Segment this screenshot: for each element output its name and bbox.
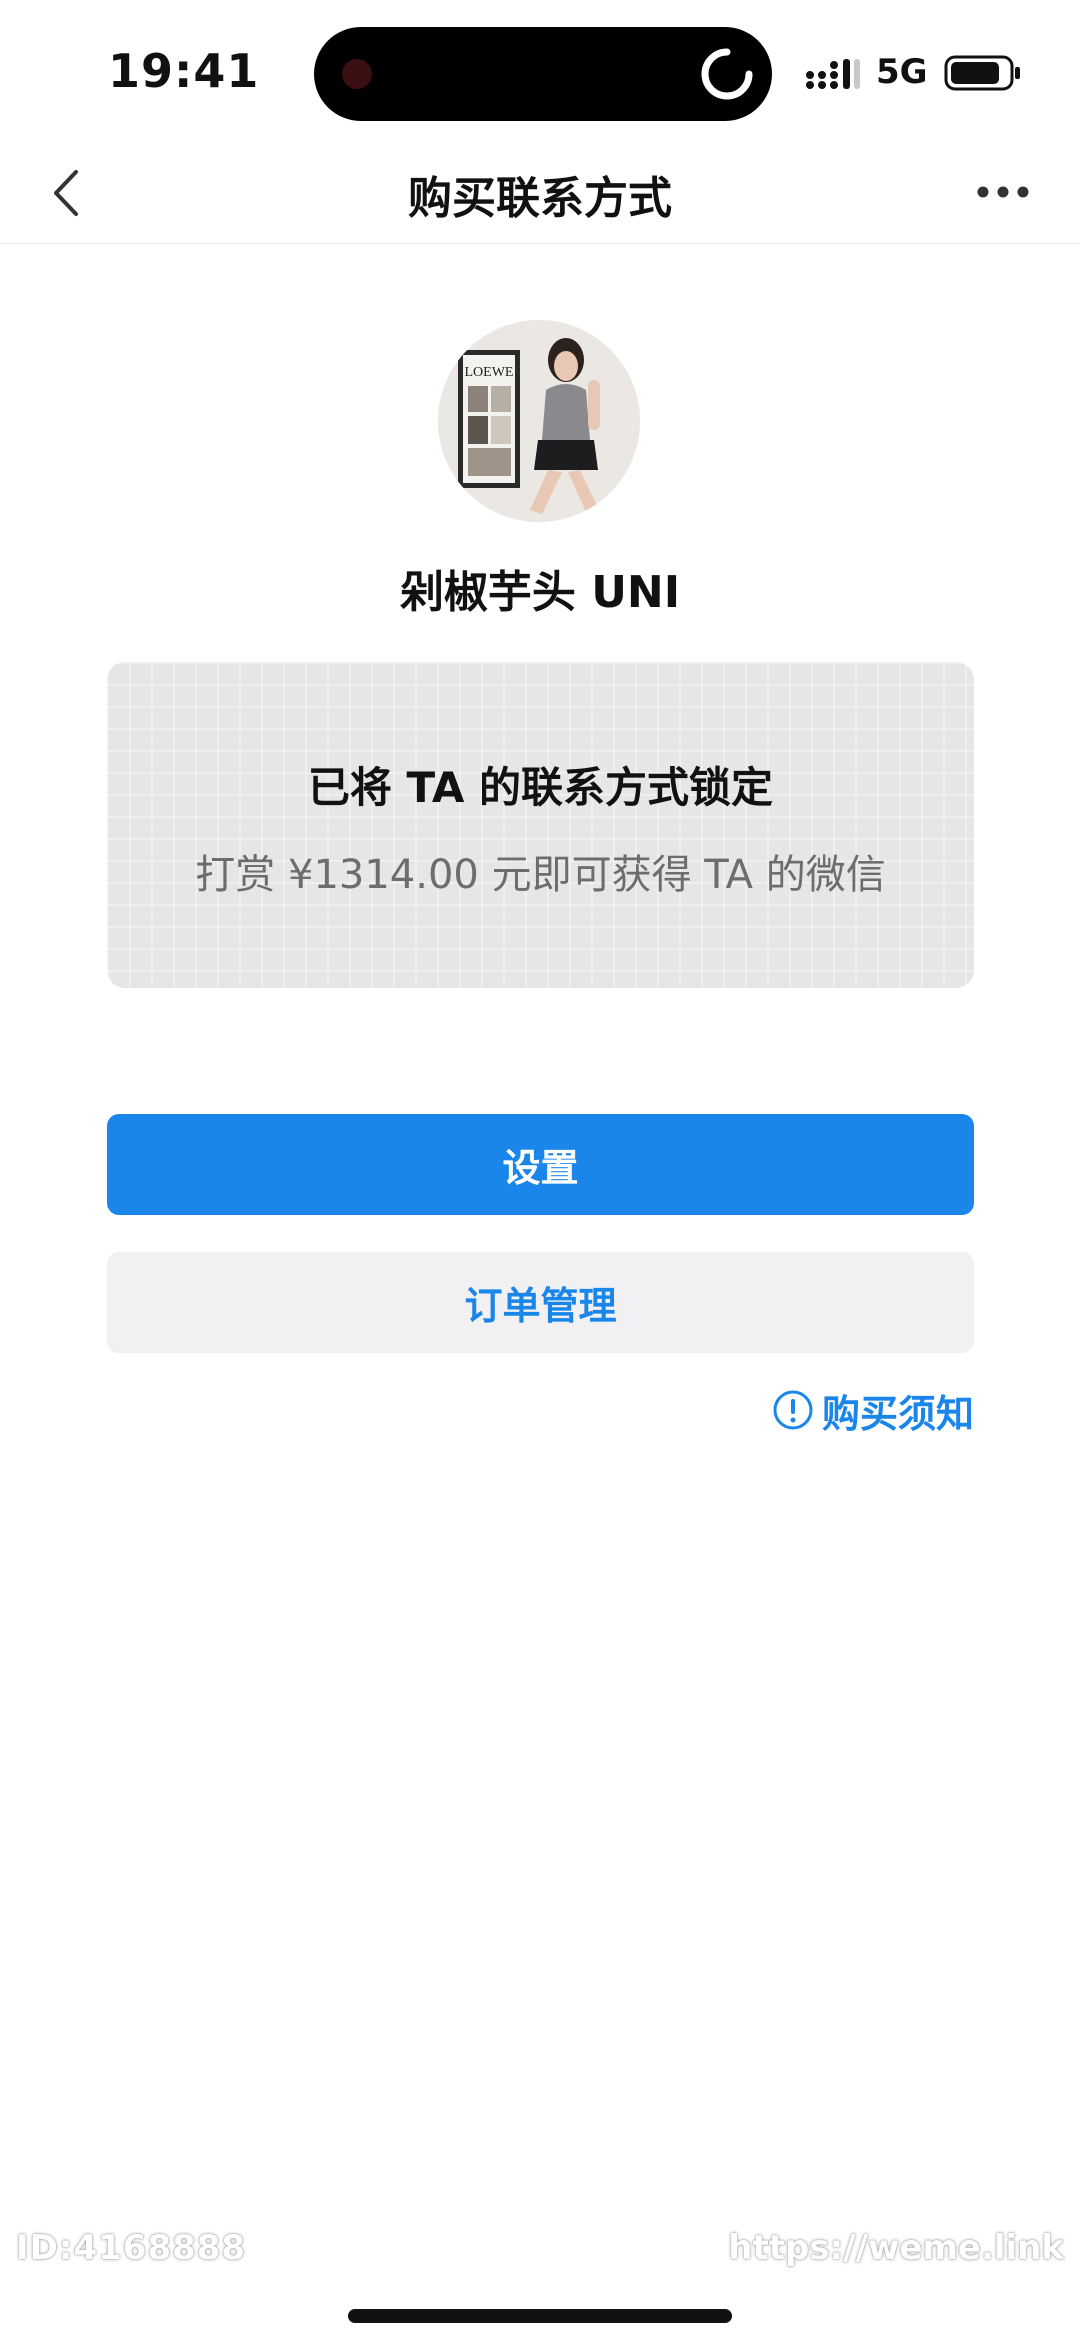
lock-title: 已将 TA 的联系方式锁定 (307, 763, 774, 812)
id-watermark: ID:4168888 (16, 2228, 247, 2268)
url-watermark: https://weme.link (728, 2228, 1064, 2268)
dynamic-island (314, 27, 772, 121)
more-horizontal-icon[interactable] (976, 182, 1030, 202)
settings-button[interactable]: 设置 (107, 1114, 974, 1215)
loading-spinner-icon (701, 48, 753, 100)
order-management-button[interactable]: 订单管理 (107, 1252, 974, 1353)
page-title: 购买联系方式 (408, 173, 672, 224)
lock-description: 打赏 ¥1314.00 元即可获得 TA 的微信 (195, 852, 886, 898)
purchase-contact-screen: 19:41 5G 购买联系方式 LOEWE 剁椒芋头 UNI 已将 TA 的联系… (0, 0, 1080, 2341)
purchase-notice-link[interactable]: 购买须知 (772, 1385, 974, 1436)
info-circle-icon (773, 1390, 813, 1430)
network-type: 5G (876, 52, 928, 92)
status-bar: 19:41 5G (0, 0, 1080, 140)
avatar-badge-text: LOEWE (465, 365, 514, 380)
signal-strength-icon (806, 59, 860, 89)
battery-icon (944, 55, 1020, 91)
status-time: 19:41 (108, 44, 260, 98)
avatar[interactable]: LOEWE (438, 320, 640, 522)
locked-contact-card: 已将 TA 的联系方式锁定 打赏 ¥1314.00 元即可获得 TA 的微信 (107, 662, 974, 988)
avatar-photo: LOEWE (438, 320, 640, 522)
username: 剁椒芋头 UNI (399, 567, 681, 618)
camera-dot (342, 59, 372, 89)
navigation-bar: 购买联系方式 (0, 140, 1080, 244)
home-indicator[interactable] (348, 2309, 732, 2323)
purchase-notice-label: 购买须知 (821, 1391, 974, 1436)
